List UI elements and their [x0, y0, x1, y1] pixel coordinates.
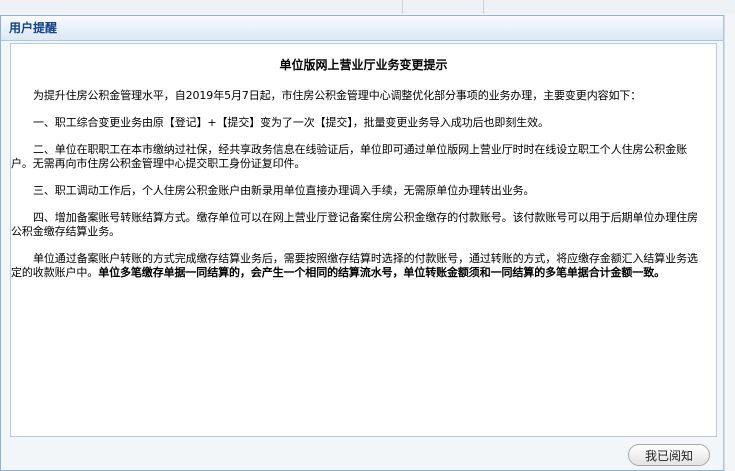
acknowledge-button[interactable]: 我已阅知 [628, 444, 710, 466]
window-right-edge [724, 15, 735, 471]
background-divider [402, 0, 403, 14]
notice-heading: 单位版网上营业厅业务变更提示 [279, 58, 448, 72]
notice-paragraph-2: 二、单位在职职工在本市缴纳过社保，经共享政务信息在线验证后，单位即可通过单位版网… [11, 143, 687, 170]
notice-paragraph-5-emphasis: 单位多笔缴存单据一同结算的，会产生一个相同的结算流水号，单位转账金额须和一同结算… [98, 266, 665, 279]
notice-content: 单位版网上营业厅业务变更提示 为提升住房公积金管理水平，自2019年5月7日起，… [10, 43, 717, 437]
notice-paragraph-5: 单位通过备案账户转账的方式完成缴存结算业务后，需要按照缴存结算时选择的付款账号，… [11, 252, 708, 280]
user-reminder-dialog: 用户提醒 单位版网上营业厅业务变更提示 为提升住房公积金管理水平，自2019年5… [0, 15, 724, 471]
notice-paragraph-4: 四、增加备案账号转账结算方式。缴存单位可以在网上营业厅登记备案住房公积金缴存的付… [11, 211, 698, 238]
background-divider [483, 0, 484, 14]
notice-paragraph-1: 一、职工综合变更业务由原【登记】+【提交】变为了一次【提交】，批量变更业务导入成… [33, 116, 549, 129]
background-app-strip [0, 0, 735, 14]
dialog-title: 用户提醒 [1, 16, 723, 41]
notice-paragraph-intro: 为提升住房公积金管理水平，自2019年5月7日起，市住房公积金管理中心调整优化部… [33, 89, 642, 102]
notice-paragraph-3: 三、职工调动工作后，个人住房公积金账户由新录用单位直接办理调入手续，无需原单位办… [33, 184, 535, 197]
